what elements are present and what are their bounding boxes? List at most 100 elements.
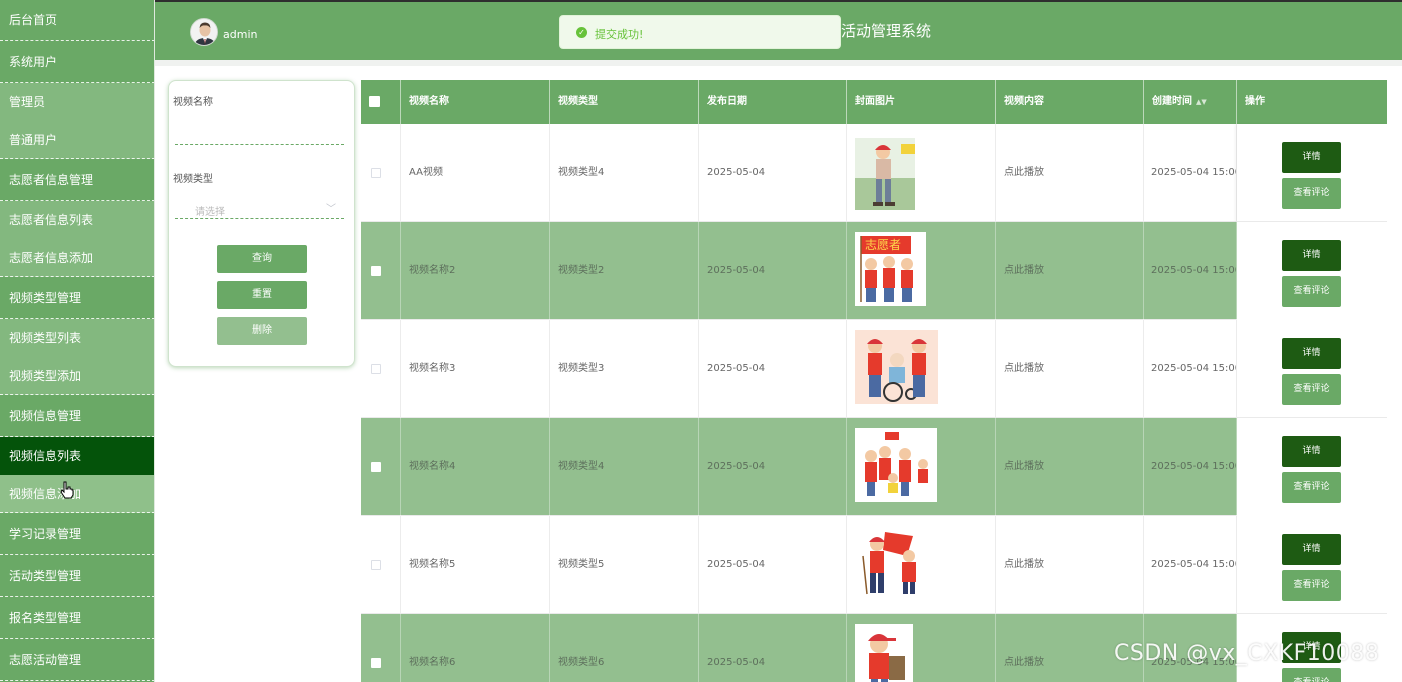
sidebar-item-video-list[interactable]: 视频信息列表 [0,437,154,475]
cell-date: 2025-05-04 [699,614,847,682]
row-checkbox[interactable] [371,658,381,668]
sidebar-item-volunteer-add[interactable]: 志愿者信息添加 [0,239,154,277]
reset-button[interactable]: 重置 [217,281,307,309]
sidebar-item-normal-users[interactable]: 普通用户 [0,121,154,159]
delete-button[interactable]: 删除 [217,317,307,345]
sidebar-group-volunteer-info[interactable]: 志愿者信息管理 [0,159,154,201]
sidebar-item-label: 视频类型管理 [9,291,82,305]
view-comments-button[interactable]: 查看评论 [1282,178,1341,209]
sidebar-group-signup-type[interactable]: 报名类型管理 [0,597,154,639]
avatar[interactable] [190,18,218,46]
hand-pointer-cursor-icon [60,481,74,499]
cell-cover [847,320,996,418]
sidebar-item-label: 视频类型添加 [9,369,82,383]
sidebar-item-label: 志愿者信息添加 [9,251,94,265]
detail-button[interactable]: 详情 [1282,142,1341,173]
cell-content[interactable]: 点此播放 [996,222,1144,320]
table-row: 视频名称4 视频类型4 2025-05-04 点此播放 2025-05-04 1… [361,418,1387,516]
sidebar-item-volunteer-list[interactable]: 志愿者信息列表 [0,201,154,239]
cell-cover [847,516,996,614]
sidebar-item-admin[interactable]: 管理员 [0,83,154,121]
cover-image-elderly-care[interactable] [855,330,938,404]
row-checkbox-cell [361,418,401,516]
col-actions: 操作 [1245,96,1265,107]
view-comments-button[interactable]: 查看评论 [1282,374,1341,405]
cover-image-volunteer-group[interactable] [855,428,937,502]
col-created-time[interactable]: 创建时间 ▲▼ [1144,80,1237,124]
sidebar-group-study-records[interactable]: 学习记录管理 [0,513,154,555]
table-header: 视频名称 视频类型 发布日期 封面图片 视频内容 创建时间 ▲▼ 操作 [361,80,1387,124]
cell-actions: 详情 查看评论 [1237,320,1387,418]
view-comments-button[interactable]: 查看评论 [1282,668,1341,682]
row-checkbox[interactable] [371,560,381,570]
col-video-content: 视频内容 [996,80,1144,124]
select-all-checkbox[interactable] [369,96,380,107]
sidebar-item-label: 报名类型管理 [9,611,82,625]
row-checkbox-cell [361,222,401,320]
sidebar-item-video-type-add[interactable]: 视频类型添加 [0,357,154,395]
row-checkbox-cell [361,124,401,222]
row-checkbox-cell [361,614,401,682]
cell-actions: 详情 查看评论 [1237,516,1387,614]
cell-content[interactable]: 点此播放 [996,418,1144,516]
col-video-name: 视频名称 [401,80,550,124]
cover-image-volunteer-flag[interactable]: 志愿者 [855,232,926,306]
detail-button[interactable]: 详情 [1282,534,1341,565]
sidebar-group-system-users[interactable]: 系统用户 [0,41,154,83]
cover-image-volunteers-cheering[interactable] [855,526,935,600]
detail-button[interactable]: 详情 [1282,240,1341,271]
cell-created: 2025-05-04 15:00: [1144,124,1237,222]
view-comments-button[interactable]: 查看评论 [1282,276,1341,307]
row-checkbox[interactable] [371,364,381,374]
cell-type: 视频类型5 [550,516,699,614]
sidebar-item-label: 后台首页 [9,13,58,27]
row-checkbox[interactable] [371,462,381,472]
cover-image-hiker[interactable] [855,138,915,210]
cell-actions: 详情 查看评论 [1237,222,1387,320]
cell-cover [847,418,996,516]
table-row: 视频名称2 视频类型2 2025-05-04 志愿者 点此播放 2025-05-… [361,222,1387,320]
sidebar-item-home[interactable]: 后台首页 [0,0,154,41]
view-comments-button[interactable]: 查看评论 [1282,472,1341,503]
search-panel: 视频名称 视频类型 请选择 ﹀ 查询 重置 删除 [168,80,355,367]
video-name-input[interactable] [175,121,344,145]
table-row: 视频名称5 视频类型5 2025-05-04 点此播放 2025-05-04 1… [361,516,1387,614]
sidebar-item-video-add[interactable]: 视频信息添加 [0,475,154,513]
detail-button[interactable]: 详情 [1282,436,1341,467]
sidebar-group-volunteer-activity[interactable]: 志愿活动管理 [0,639,154,681]
view-comments-button[interactable]: 查看评论 [1282,570,1341,601]
sort-icon[interactable]: ▲▼ [1196,80,1207,124]
cell-content[interactable]: 点此播放 [996,516,1144,614]
cell-name: 视频名称5 [401,516,550,614]
sidebar-group-video-type[interactable]: 视频类型管理 [0,277,154,319]
sidebar-item-label: 普通用户 [9,133,58,147]
row-checkbox[interactable] [371,168,381,178]
sidebar-group-video-info[interactable]: 视频信息管理 [0,395,154,437]
query-button[interactable]: 查询 [217,245,307,273]
sidebar-item-label: 活动类型管理 [9,569,82,583]
col-publish-date: 发布日期 [699,80,847,124]
cell-created: 2025-05-04 15:00: [1144,320,1237,418]
cell-cover [847,124,996,222]
sidebar-item-label: 学习记录管理 [9,527,82,541]
cover-image-volunteer-cap[interactable] [855,624,913,682]
cell-name: AA视频 [401,124,550,222]
sidebar-group-activity-type[interactable]: 活动类型管理 [0,555,154,597]
cell-cover [847,614,996,682]
sidebar-item-video-type-list[interactable]: 视频类型列表 [0,319,154,357]
sidebar-item-label: 志愿者信息列表 [9,213,94,227]
sidebar-item-label: 志愿活动管理 [9,653,82,667]
username[interactable]: admin [223,28,257,41]
sidebar-item-label: 视频信息管理 [9,409,82,423]
video-type-select[interactable]: 请选择 ﹀ [175,195,344,219]
cell-content[interactable]: 点此播放 [996,124,1144,222]
sidebar: 后台首页 系统用户 管理员 普通用户 志愿者信息管理 志愿者信息列表 志愿者信息… [0,0,155,682]
cell-content[interactable]: 点此播放 [996,320,1144,418]
cell-type: 视频类型4 [550,418,699,516]
cell-name: 视频名称2 [401,222,550,320]
table-row: 视频名称3 视频类型3 2025-05-04 点此播放 2025-05-04 1… [361,320,1387,418]
detail-button[interactable]: 详情 [1282,338,1341,369]
row-checkbox[interactable] [371,266,381,276]
sidebar-item-label: 视频类型列表 [9,331,82,345]
sidebar-item-label: 志愿者信息管理 [9,173,94,187]
